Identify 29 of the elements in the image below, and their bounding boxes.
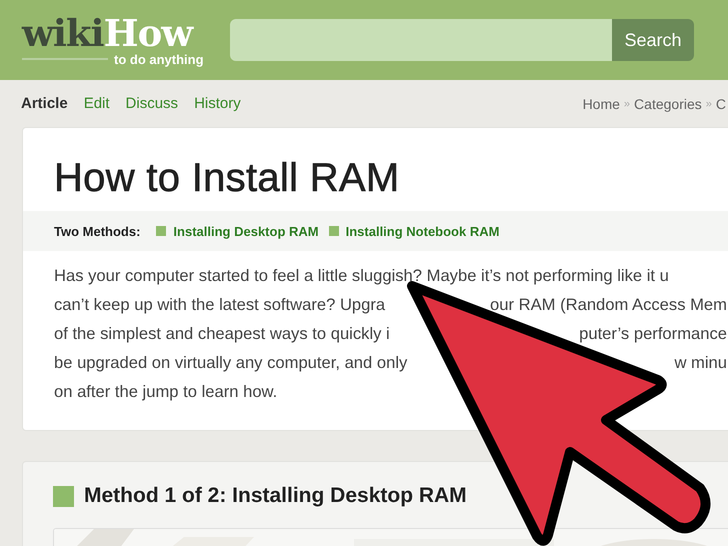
breadcrumb-link[interactable]: Home — [582, 96, 620, 112]
breadcrumb-link[interactable]: Categories — [634, 96, 702, 112]
intro-text: on after the jump to learn how. — [54, 381, 278, 403]
nav-tab[interactable]: Article — [21, 95, 68, 112]
logo[interactable]: wikiHow — [22, 14, 208, 52]
nav-tab[interactable]: Edit — [84, 95, 110, 112]
article-title: How to Install RAM — [54, 156, 400, 201]
square-icon — [156, 226, 166, 236]
intro-text: our RAM (Random Access Mem — [490, 294, 727, 316]
search-button[interactable]: Search — [612, 19, 694, 61]
nav-tab[interactable]: Discuss — [126, 95, 178, 112]
intro-text: can’t keep up with the latest software? Upgra — [54, 294, 386, 316]
breadcrumb-separator: » — [706, 98, 712, 110]
search-field[interactable] — [230, 19, 612, 61]
intro-text: be upgraded on virtually any computer, and only — [54, 352, 408, 374]
method-link[interactable]: Installing Desktop RAM — [173, 224, 319, 238]
methods-label: Two Methods: — [54, 224, 140, 238]
logo-tagline: to do anything — [114, 52, 204, 66]
breadcrumb-separator: » — [624, 98, 630, 110]
intro-text: w minu — [674, 352, 727, 374]
square-icon — [53, 486, 74, 506]
intro-text: puter’s performance — [579, 323, 727, 345]
breadcrumb-link[interactable]: C — [716, 96, 726, 112]
nav-tab[interactable]: History — [194, 95, 241, 112]
method-link[interactable]: Installing Notebook RAM — [346, 224, 500, 238]
intro-text: Has your computer started to feel a little sluggish? Maybe it’s not performing like it u — [54, 265, 669, 287]
intro-text: of the simplest and cheapest ways to quickly i — [54, 323, 390, 345]
square-icon — [328, 226, 339, 236]
method-heading: Method 1 of 2: Installing Desktop RAM — [84, 484, 467, 508]
